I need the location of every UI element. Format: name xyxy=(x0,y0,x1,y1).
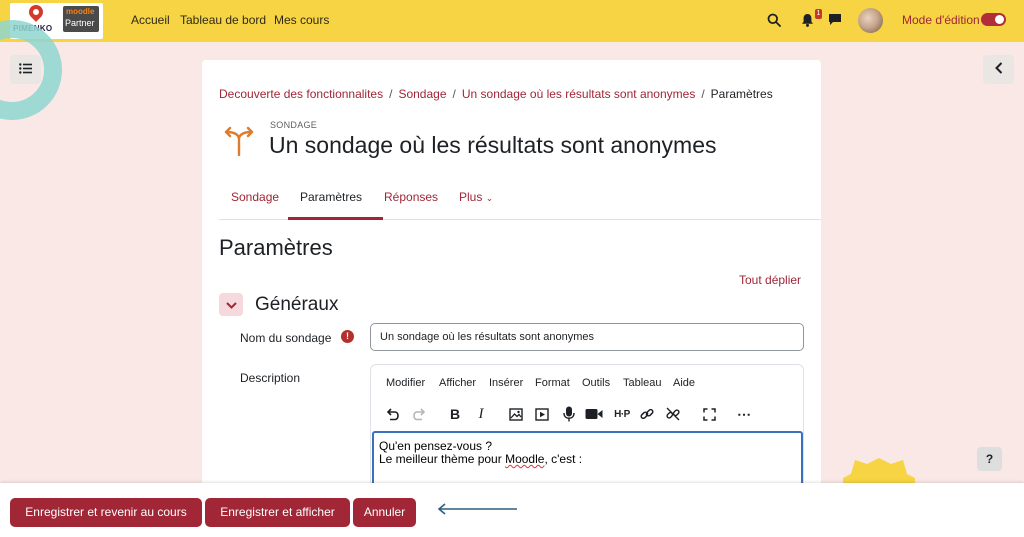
tab-more[interactable]: Plus ⌄ xyxy=(459,190,493,204)
editor-menu-tools[interactable]: Outils xyxy=(582,377,610,389)
tab-more-label: Plus xyxy=(459,190,483,204)
editor-menu-help[interactable]: Aide xyxy=(673,377,695,389)
active-tab-indicator xyxy=(288,217,383,220)
breadcrumb-separator: / xyxy=(389,87,393,101)
chevron-down-icon xyxy=(225,296,237,314)
help-button[interactable]: ? xyxy=(977,447,1002,471)
breadcrumb-separator: / xyxy=(701,87,705,101)
course-index-toggle[interactable] xyxy=(10,55,41,84)
tab-settings[interactable]: Paramètres xyxy=(300,190,362,204)
fullscreen-icon[interactable] xyxy=(699,404,719,424)
notification-badge: 1 xyxy=(815,9,822,19)
required-icon: ! xyxy=(341,330,354,343)
tab-responses[interactable]: Réponses xyxy=(384,190,438,204)
partner-label: Partner xyxy=(65,18,95,28)
settings-heading: Paramètres xyxy=(219,235,333,260)
editor-content-area[interactable]: Qu'en pensez-vous ? Le meilleur thème po… xyxy=(372,431,803,490)
image-icon[interactable] xyxy=(506,404,526,424)
h5p-icon[interactable]: H·P xyxy=(610,404,634,424)
list-icon xyxy=(19,61,32,79)
editor-menu-edit[interactable]: Modifier xyxy=(386,377,425,389)
link-icon[interactable] xyxy=(637,404,657,424)
save-and-return-button[interactable]: Enregistrer et revenir au cours xyxy=(10,498,202,527)
survey-name-input[interactable]: Un sondage où les résultats sont anonyme… xyxy=(370,323,804,351)
page-title: Un sondage où les résultats sont anonyme… xyxy=(269,132,717,158)
section-collapse-toggle[interactable] xyxy=(219,293,243,316)
block-drawer-toggle[interactable] xyxy=(983,55,1014,84)
chat-icon[interactable] xyxy=(828,13,842,31)
editor-menu-table[interactable]: Tableau xyxy=(623,377,662,389)
bell-icon[interactable] xyxy=(801,13,814,32)
moodle-partner-badge: moodle Partner xyxy=(63,6,99,32)
italic-icon[interactable]: I xyxy=(471,404,491,424)
arrow-left-icon xyxy=(436,502,518,521)
nav-link-my-courses[interactable]: Mes cours xyxy=(274,13,329,27)
nav-link-home[interactable]: Accueil xyxy=(131,13,170,27)
editor-menu-insert[interactable]: Insérer xyxy=(489,377,523,389)
secondary-navigation: Sondage Paramètres Réponses Plus ⌄ xyxy=(219,178,821,220)
expand-all-link[interactable]: Tout déplier xyxy=(739,273,801,287)
breadcrumb-activity[interactable]: Un sondage où les résultats sont anonyme… xyxy=(462,87,695,101)
breadcrumb: Decouverte des fonctionnalites / Sondage / U… xyxy=(219,87,773,101)
undo-icon[interactable] xyxy=(382,404,402,424)
name-field-label: Nom du sondage xyxy=(240,331,332,345)
video-icon[interactable] xyxy=(584,404,604,424)
save-and-display-button[interactable]: Enregistrer et afficher xyxy=(205,498,350,527)
spellcheck-word: Moodle xyxy=(505,452,545,466)
more-options-icon[interactable]: ⋯ xyxy=(734,404,754,424)
breadcrumb-separator: / xyxy=(452,87,456,101)
description-field-label: Description xyxy=(240,371,301,385)
edit-mode-label: Mode d'édition xyxy=(902,13,980,27)
partner-brand: moodle xyxy=(66,7,95,16)
tab-survey[interactable]: Sondage xyxy=(231,190,279,204)
chevron-down-icon: ⌄ xyxy=(485,193,494,203)
top-navbar: PIMENKO moodle Partner Accueil Tableau d… xyxy=(0,0,1024,42)
unlink-icon[interactable] xyxy=(663,404,683,424)
survey-activity-icon xyxy=(222,126,256,161)
redo-icon[interactable] xyxy=(410,404,430,424)
media-icon[interactable] xyxy=(532,404,552,424)
user-avatar[interactable] xyxy=(858,8,883,33)
main-content-card: Decouverte des fonctionnalites / Sondage / U… xyxy=(202,60,821,490)
editor-text: Le meilleur thème pour xyxy=(379,452,506,466)
breadcrumb-current: Paramètres xyxy=(710,87,773,101)
search-icon[interactable] xyxy=(767,13,781,32)
editor-menu-format[interactable]: Format xyxy=(535,377,570,389)
editor-text: , c'est : xyxy=(544,452,583,466)
activity-type-label: SONDAGE xyxy=(270,120,318,130)
pin-icon xyxy=(26,2,46,22)
microphone-icon[interactable] xyxy=(559,404,579,424)
nav-link-dashboard[interactable]: Tableau de bord xyxy=(180,13,266,27)
bold-icon[interactable]: B xyxy=(445,404,465,424)
edit-mode-toggle[interactable] xyxy=(981,13,1006,26)
section-title: Généraux xyxy=(255,294,339,315)
description-editor: Modifier Afficher Insérer Format Outils … xyxy=(370,364,804,490)
breadcrumb-course[interactable]: Decouverte des fonctionnalites xyxy=(219,87,383,101)
editor-content-line: Le meilleur thème pour Moodle, c'est : xyxy=(379,453,796,466)
chevron-left-icon xyxy=(994,61,1003,79)
editor-menu-view[interactable]: Afficher xyxy=(439,377,476,389)
breadcrumb-section[interactable]: Sondage xyxy=(398,87,446,101)
cancel-button[interactable]: Annuler xyxy=(353,498,416,527)
sticky-footer: Enregistrer et revenir au cours Enregist… xyxy=(0,483,1024,537)
